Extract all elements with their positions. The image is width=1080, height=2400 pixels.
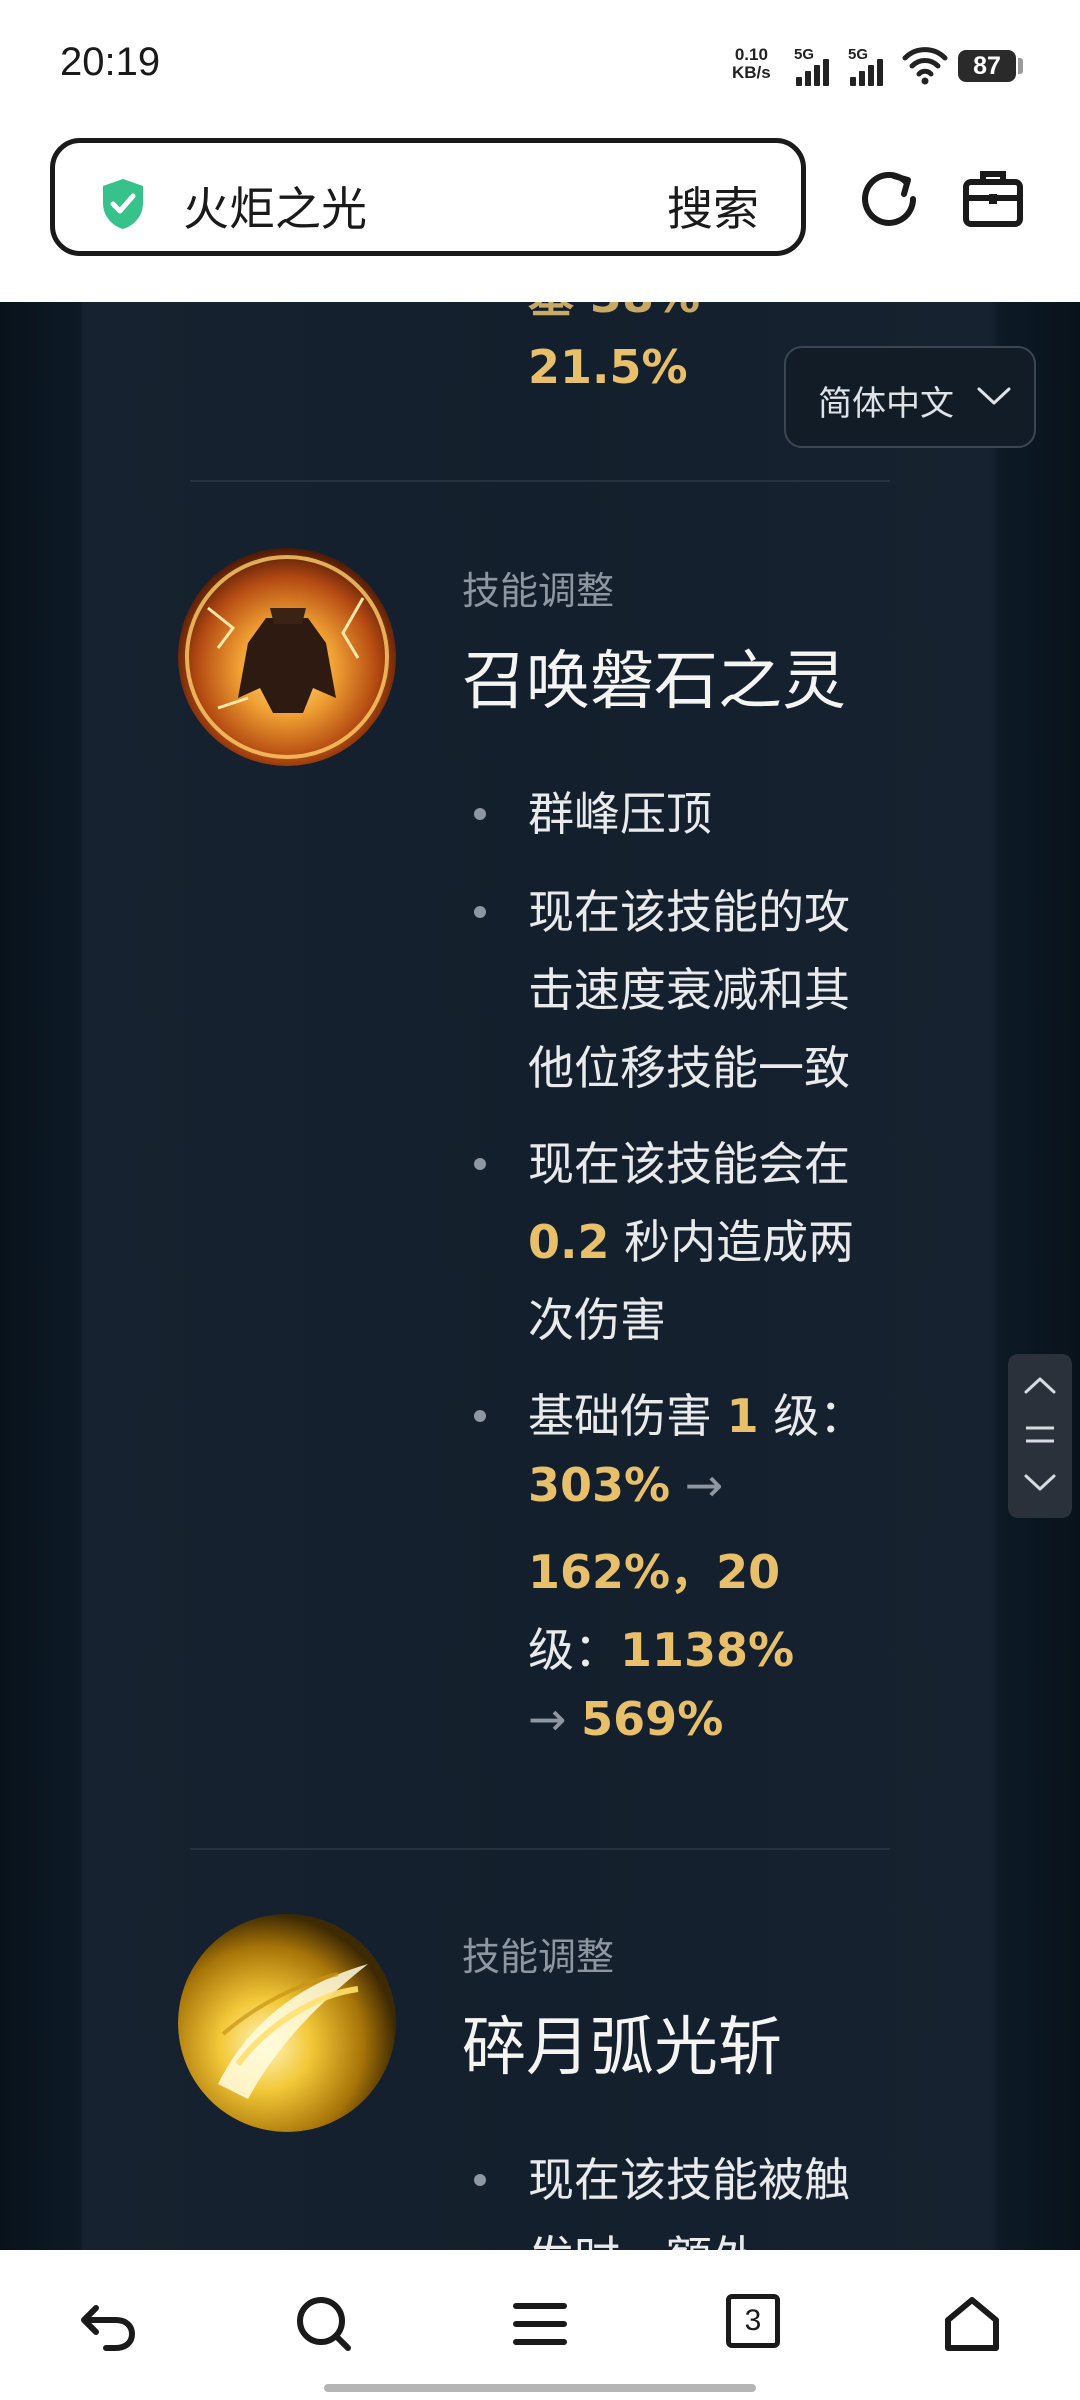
bullet-text: 击速度衰减和其 (528, 963, 850, 1017)
highlight-value: 1 (726, 1389, 759, 1443)
scroll-down-icon[interactable] (1022, 1472, 1058, 1494)
bullet-text: 现在该技能会在 (528, 1137, 850, 1191)
signal-1-label: 5G (794, 46, 815, 63)
highlight-value: 0.2 (528, 1215, 610, 1269)
shield-check-icon (103, 179, 143, 229)
back-icon[interactable] (78, 2294, 138, 2354)
skill-icon-moon-shatter-slash (178, 1914, 396, 2132)
divider (190, 480, 890, 482)
network-speed-value: 0.10 (734, 45, 768, 64)
language-select[interactable]: 简体中文 (784, 346, 1036, 448)
address-bar[interactable]: 火炬之光 搜索 (50, 138, 806, 256)
previous-text-fragment: 基 38% (528, 302, 700, 326)
arrow-right-icon: → (528, 1692, 582, 1746)
bullet-text: 级：1138% (528, 1614, 794, 1680)
search-icon[interactable] (294, 2294, 354, 2354)
web-page[interactable]: 基 38% 21.5% 简体中文 技能调整 召唤磐石之灵 (0, 302, 1080, 2250)
bullet-text-part: 级： (528, 1623, 620, 1677)
highlight-value: 303% (528, 1458, 671, 1512)
previous-value: 21.5% (528, 340, 688, 394)
bullet-text-part: 基础伤害 (528, 1389, 727, 1443)
bullet-text: 发时，额外 (528, 2222, 758, 2250)
skill-title: 召唤磐石之灵 (462, 645, 846, 719)
highlight-value: 569% (581, 1692, 724, 1746)
signal-icon: 5G (794, 46, 838, 86)
skill-adjustment-label: 技能调整 (462, 569, 615, 613)
divider (190, 1848, 890, 1850)
network-speed: 0.10 KB/s (732, 46, 771, 82)
home-icon[interactable] (942, 2294, 1002, 2354)
toolbox-icon[interactable] (962, 168, 1024, 228)
address-bar-query: 火炬之光 (183, 182, 367, 236)
language-select-label: 简体中文 (818, 384, 954, 424)
bullet-text: 162%，20 (528, 1536, 780, 1602)
status-bar: 20:19 0.10 KB/s 5G 5G 87 (0, 0, 1080, 130)
chevron-down-icon (977, 387, 1011, 405)
bullet-dot (474, 906, 486, 918)
bullet-dot (474, 2174, 486, 2186)
bottom-navigation: 3 (0, 2250, 1080, 2400)
reload-icon[interactable] (858, 168, 920, 230)
browser-toolbar: 火炬之光 搜索 (0, 130, 1080, 302)
bullet-text: 次伤害 (528, 1293, 666, 1347)
bullet-dot (474, 1158, 486, 1170)
battery-tip (1018, 58, 1023, 74)
bullet-dot (474, 1410, 486, 1422)
highlight-value: 162%，20 (528, 1545, 781, 1599)
status-time: 20:19 (60, 40, 161, 84)
bullet-text: 现在该技能被触 (528, 2153, 850, 2207)
bullet-text: 基础伤害 1 级： (528, 1380, 865, 1446)
menu-icon[interactable] (510, 2294, 570, 2354)
home-indicator (324, 2384, 756, 2392)
bullet-text: 303% → (528, 1458, 723, 1512)
skill-icon-summon-rock-spirit (178, 548, 396, 766)
wifi-icon (902, 47, 948, 85)
bullet-text: 0.2 秒内造成两 (528, 1206, 854, 1272)
bullet-text-part: 秒内造成两 (609, 1215, 855, 1269)
skill-adjustment-label: 技能调整 (462, 1935, 615, 1979)
signal-2-label: 5G (848, 46, 869, 63)
network-speed-unit: KB/s (732, 63, 771, 82)
bullet-text: 他位移技能一致 (528, 1041, 850, 1095)
tabs-button[interactable]: 3 (726, 2294, 780, 2348)
bullet-text: 群峰压顶 (528, 787, 712, 841)
scroll-up-icon[interactable] (1022, 1374, 1058, 1396)
search-button[interactable]: 搜索 (667, 173, 759, 239)
bullet-dot (474, 808, 486, 820)
bullet-text-part: 级： (758, 1389, 866, 1443)
page-scroll-control[interactable] (1008, 1354, 1072, 1518)
signal-icon: 5G (848, 46, 892, 86)
scroll-menu-icon[interactable] (1022, 1424, 1058, 1446)
highlight-value: 1138% (620, 1623, 795, 1677)
skill-title: 碎月弧光斩 (462, 2011, 782, 2085)
bullet-text: → 569% (528, 1692, 723, 1746)
battery-icon: 87 (958, 50, 1016, 82)
bullet-text: 现在该技能的攻 (528, 885, 850, 939)
arrow-right-icon: → (670, 1458, 724, 1512)
